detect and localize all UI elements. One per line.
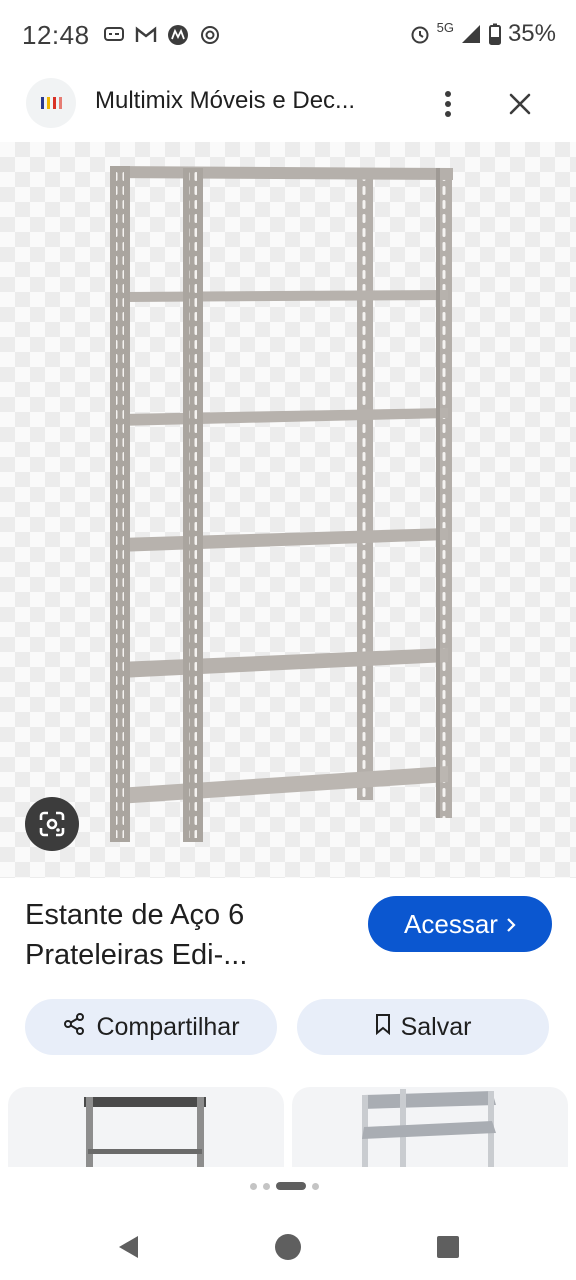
gmail-icon	[135, 24, 157, 46]
pagination-dots	[250, 1182, 319, 1190]
google-lens-icon[interactable]	[25, 797, 79, 851]
network-type: 5G	[436, 19, 454, 35]
motorola-icon	[167, 24, 189, 46]
product-title-line2: Prateleiras Edi-...	[25, 939, 248, 971]
product-title-line1: Estante de Aço 6	[25, 899, 245, 931]
site-title[interactable]: Multimix Móveis e Dec...	[95, 87, 355, 115]
home-icon[interactable]	[268, 1227, 308, 1267]
product-image[interactable]	[0, 142, 576, 878]
alarm-icon	[409, 23, 431, 45]
save-button[interactable]: Salvar	[297, 999, 549, 1055]
more-vert-icon[interactable]	[430, 84, 466, 124]
top-bar: Multimix Móveis e Dec...	[0, 70, 576, 140]
bookmark-icon	[375, 1013, 391, 1042]
openai-icon	[199, 24, 221, 46]
share-icon	[62, 1012, 86, 1043]
product-title: Estante de Aço 6 Prateleiras Edi-...	[25, 895, 345, 975]
status-bar: 12:48 5G 35%	[0, 0, 576, 70]
save-label: Salvar	[400, 1012, 472, 1041]
chevron-right-icon	[506, 909, 516, 940]
close-icon[interactable]	[500, 84, 540, 124]
pagination-dot	[312, 1182, 319, 1190]
shelves	[112, 166, 453, 804]
recents-icon[interactable]	[428, 1227, 468, 1267]
visit-button[interactable]: Acessar	[368, 896, 552, 952]
battery-percent: 35%	[507, 20, 556, 47]
bottom-area	[0, 1167, 576, 1280]
related-image-2[interactable]	[292, 1087, 568, 1167]
related-shelf-thumb-1	[84, 1097, 206, 1167]
shelf-illustration	[110, 166, 453, 842]
signal-icon	[460, 23, 482, 45]
system-icons: 5G 35%	[409, 20, 556, 48]
pagination-dot	[263, 1182, 270, 1190]
status-time: 12:48	[22, 20, 90, 50]
related-shelf-thumb-2	[362, 1089, 496, 1167]
message-icon	[103, 24, 125, 46]
pagination-dot-active	[276, 1182, 306, 1190]
related-image-1[interactable]	[8, 1087, 284, 1167]
battery-icon	[488, 23, 502, 45]
share-label: Compartilhar	[96, 1012, 240, 1041]
visit-button-label: Acessar	[404, 908, 498, 939]
pagination-dot	[250, 1182, 257, 1190]
notification-icons	[103, 24, 221, 46]
back-icon[interactable]	[108, 1227, 148, 1267]
site-favicon	[26, 78, 76, 128]
share-button[interactable]: Compartilhar	[25, 999, 277, 1055]
